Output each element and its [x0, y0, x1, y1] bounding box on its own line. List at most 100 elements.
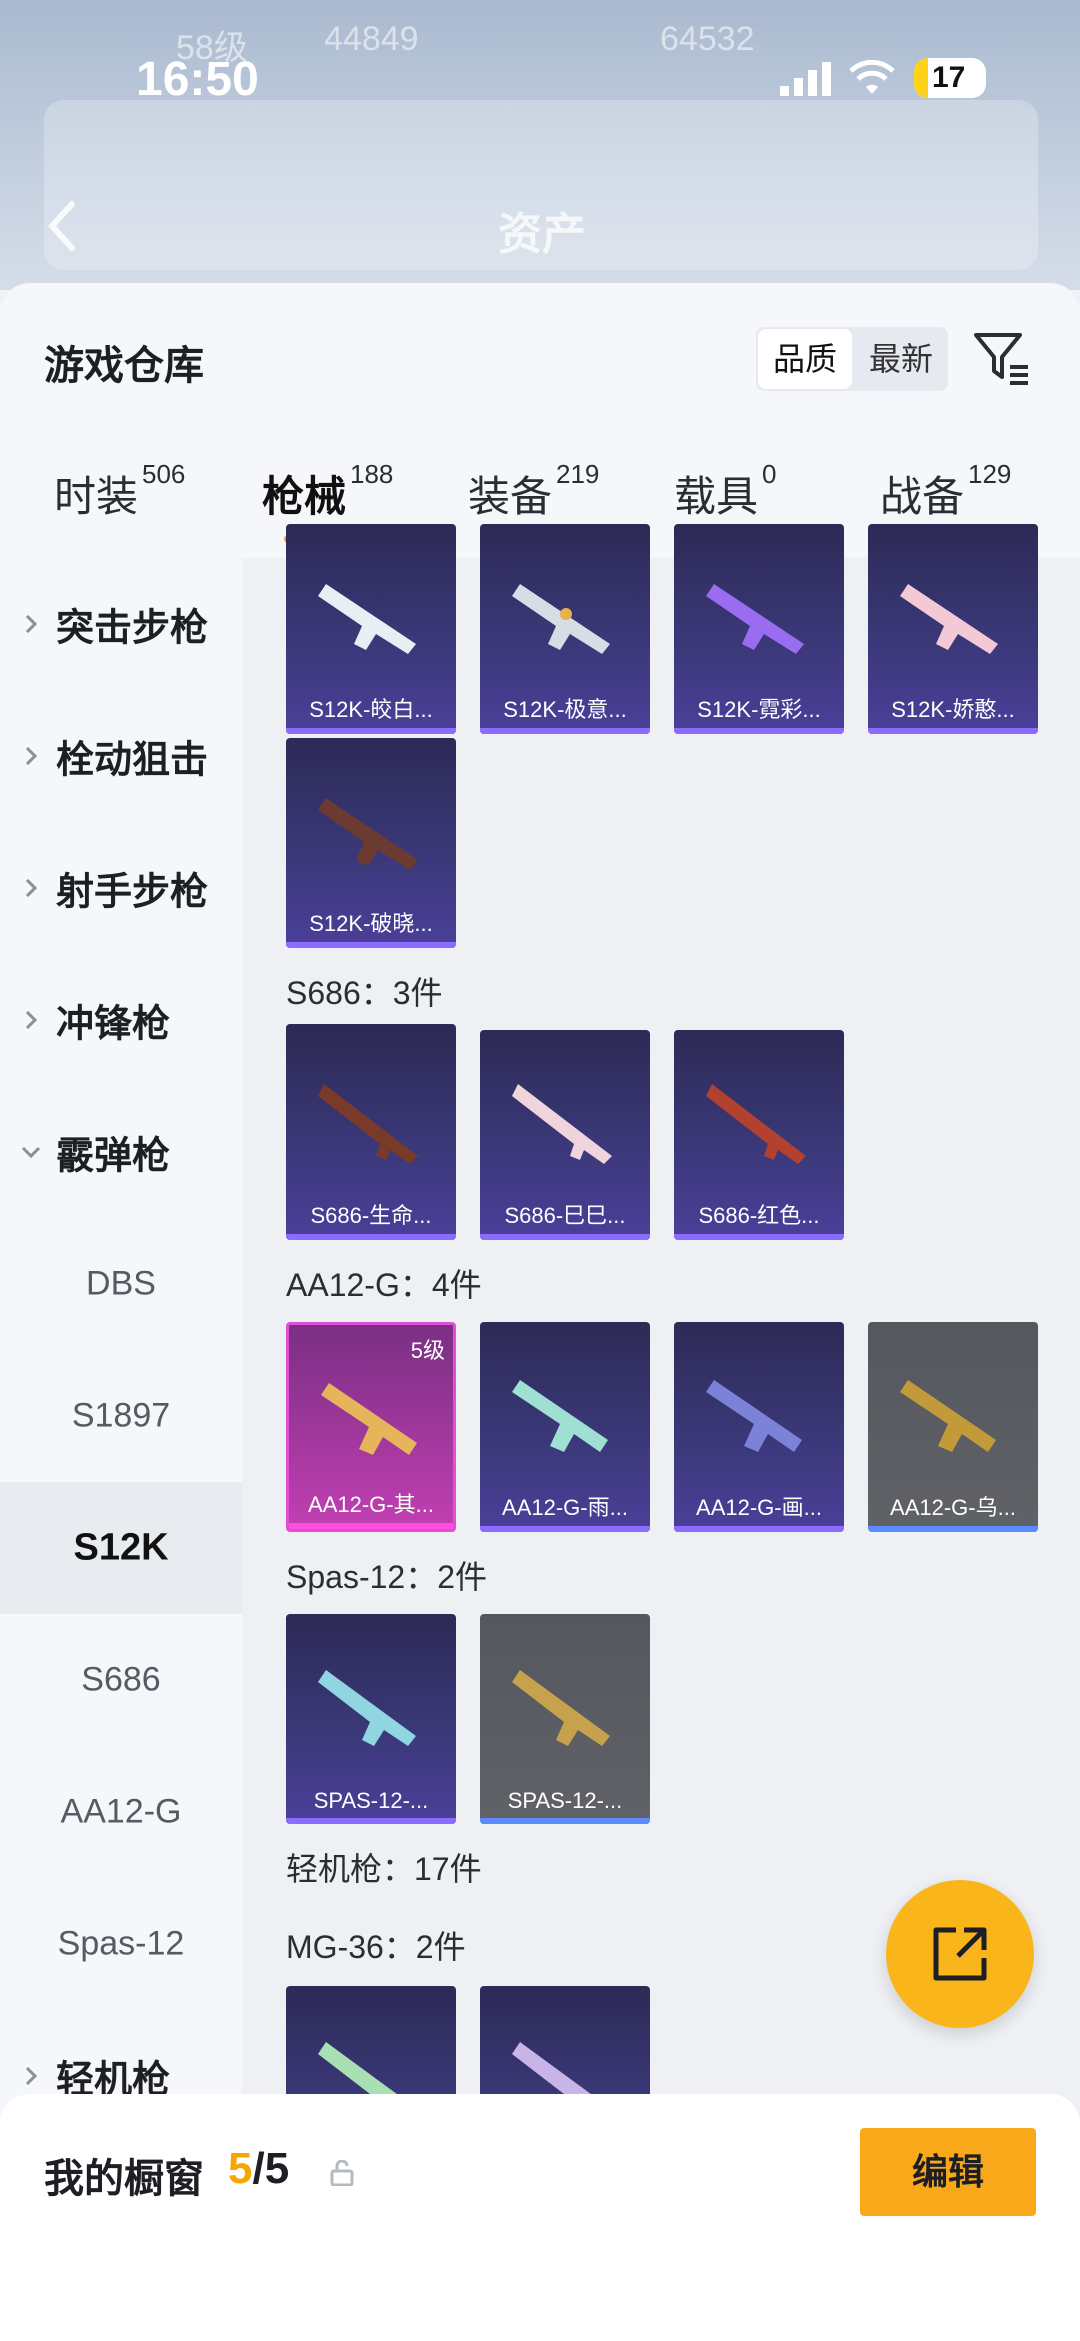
chevron-right-icon [25, 2066, 38, 2086]
weapon-image [321, 1383, 417, 1455]
sort-toggle: 品质 最新 [756, 327, 948, 391]
chevron-right-icon [25, 746, 38, 766]
weapon-card[interactable]: AA12-G-雨... [480, 1322, 650, 1532]
weapon-card[interactable]: SPAS-12-... [286, 1614, 456, 1824]
group-label-lmg: 轻机枪：17件 [286, 1851, 482, 1887]
page-title: 游戏仓库 [44, 344, 204, 388]
sidebar-item-label: Spas-12 [57, 1924, 185, 1963]
sidebar-item-label: 射手步枪 [56, 871, 209, 914]
sidebar-subitem-dbs[interactable]: DBS [0, 1218, 242, 1350]
sort-latest-button[interactable]: 最新 [854, 327, 948, 391]
sort-quality-button[interactable]: 品质 [758, 329, 852, 389]
chevron-down-icon [21, 1146, 41, 1159]
weapon-type-sidebar: 突击步枪 栓动狙击 射手步枪 冲锋枪 霰弹枪 DBS S1897 S12K S6… [0, 558, 242, 2341]
weapon-name: AA12-G-其... [308, 1492, 434, 1517]
sidebar-item-label: S686 [81, 1660, 161, 1699]
battery-indicator: 17 [914, 58, 986, 98]
lock-icon[interactable] [330, 2160, 354, 2186]
weapon-image [512, 2042, 591, 2094]
sidebar-item-marksman-rifle[interactable]: 射手步枪 [0, 822, 242, 954]
share-button[interactable] [886, 1880, 1034, 2028]
chevron-right-icon [25, 614, 38, 634]
sidebar-item-smg[interactable]: 冲锋枪 [0, 954, 242, 1086]
sidebar-subitem-spas12[interactable]: Spas-12 [0, 1878, 242, 2010]
showcase-total: /5 [252, 2144, 290, 2193]
chevron-right-icon [25, 878, 38, 898]
tab-count: 0 [762, 459, 777, 489]
sidebar-item-label: S1897 [71, 1396, 171, 1435]
battery-level: 17 [932, 61, 966, 94]
tab-label: 时装 [54, 473, 139, 520]
tab-count: 129 [968, 459, 1012, 489]
weapon-image [706, 1084, 806, 1164]
showcase-current: 5 [228, 2144, 253, 2193]
background-header: 58级 44849 64532 16:50 17 资产 [0, 0, 1080, 290]
group-label-spas12: Spas-12：2件 [286, 1559, 487, 1595]
weapon-grid-scroll: S12K-破晓... S686：3件 S686-生命... S686-巳巳...… [242, 558, 1080, 2094]
filter-icon[interactable] [972, 327, 1032, 387]
sidebar-item-bolt-sniper[interactable]: 栓动狙击 [0, 690, 242, 822]
showcase-count: 5/5 [228, 2144, 289, 2194]
signal-icon [780, 62, 831, 96]
sidebar-subitem-s1897[interactable]: S1897 [0, 1350, 242, 1482]
edit-button[interactable]: 编辑 [860, 2128, 1036, 2216]
weapon-card[interactable]: AA12-G-乌... [868, 1322, 1038, 1532]
group-label-s686: S686：3件 [286, 975, 443, 1011]
sidebar-item-label: AA12-G [60, 1792, 182, 1831]
weapon-card[interactable]: S686-生命... [286, 1030, 456, 1240]
weapon-card[interactable]: 5级 AA12-G-其... [286, 1322, 456, 1532]
sidebar-item-shotgun[interactable]: 霰弹枪 [0, 1086, 242, 1218]
tab-label: 枪械 [262, 473, 347, 520]
back-icon[interactable] [42, 196, 82, 256]
weapon-image [318, 2042, 397, 2094]
sidebar-item-label: 冲锋枪 [56, 1003, 171, 1046]
tab-label: 装备 [468, 473, 553, 520]
weapon-card[interactable] [480, 1986, 650, 2094]
weapon-name: AA12-G-乌... [890, 1495, 1016, 1520]
chevron-right-icon [25, 1010, 38, 1030]
tab-count: 219 [556, 459, 600, 489]
weapon-name: S686-红色... [698, 1203, 820, 1228]
weapon-card[interactable]: S12K-破晓... [286, 738, 456, 948]
weapon-image [318, 1084, 418, 1164]
showcase-bar: 我的橱窗 5/5 编辑 [0, 2094, 1080, 2341]
group-label-aa12g: AA12-G：4件 [286, 1267, 482, 1303]
weapon-card[interactable]: SPAS-12-... [480, 1614, 650, 1824]
weapon-card[interactable]: S686-红色... [674, 1030, 844, 1240]
weapon-name: S686-巳巳... [504, 1203, 626, 1228]
weapon-image [900, 1380, 996, 1452]
weapon-name: SPAS-12-... [313, 1788, 429, 1813]
weapon-image [512, 1670, 610, 1746]
share-icon [933, 1927, 987, 1981]
sidebar-item-label: 突击步枪 [56, 607, 209, 650]
sidebar-item-label: 栓动狙击 [56, 739, 209, 782]
showcase-label: 我的橱窗 [44, 2157, 204, 2201]
weapon-name: S686-生命... [310, 1203, 432, 1228]
sidebar-subitem-aa12g[interactable]: AA12-G [0, 1746, 242, 1878]
weapon-name: S12K-破晓... [309, 911, 433, 936]
weapon-image [512, 1380, 608, 1452]
weapon-card[interactable] [286, 1986, 456, 2094]
weapon-image [318, 798, 418, 870]
weapon-name: AA12-G-雨... [502, 1495, 628, 1520]
weapon-name: SPAS-12-... [507, 1788, 623, 1813]
sidebar-item-label: S12K [73, 1526, 169, 1569]
sidebar-item-assault-rifle[interactable]: 突击步枪 [0, 558, 242, 690]
weapon-name: AA12-G-画... [696, 1495, 822, 1520]
tab-label: 战备 [880, 473, 965, 520]
sidebar-subitem-s686[interactable]: S686 [0, 1614, 242, 1746]
weapon-image [512, 1084, 612, 1164]
sidebar-subitem-s12k[interactable]: S12K [0, 1482, 242, 1614]
status-time: 16:50 [136, 53, 259, 106]
tab-count: 188 [350, 459, 394, 489]
tab-label: 载具 [674, 473, 759, 520]
tab-outfits[interactable]: 时装 506 [54, 459, 185, 563]
weapon-card[interactable]: AA12-G-画... [674, 1322, 844, 1532]
tab-count: 506 [142, 459, 186, 489]
wifi-icon [849, 60, 895, 94]
weapon-image [318, 1670, 416, 1746]
sidebar-item-label: DBS [86, 1264, 156, 1303]
weapon-card[interactable]: S686-巳巳... [480, 1030, 650, 1240]
background-title: 资产 [498, 210, 586, 259]
group-label-mg36: MG-36：2件 [286, 1929, 466, 1965]
